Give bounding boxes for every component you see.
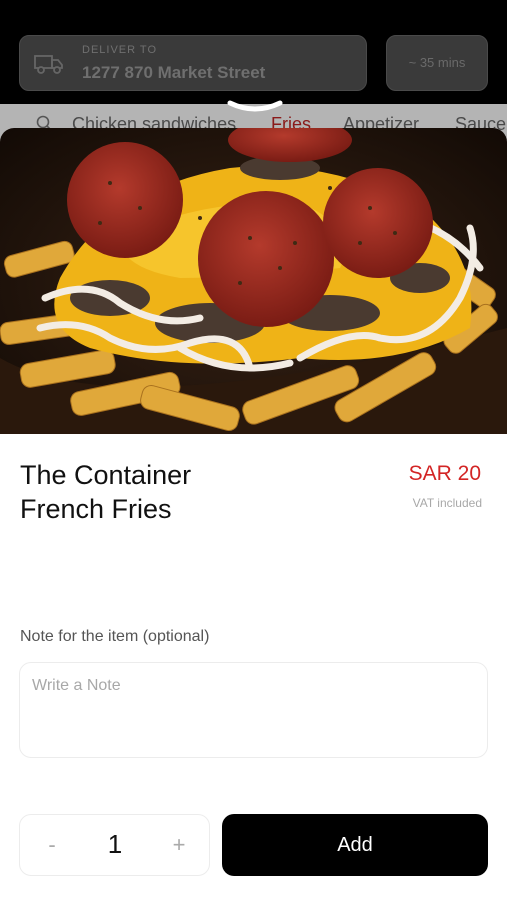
delivery-label: DELIVER TO xyxy=(82,44,158,56)
delivery-address: 1277 870 Market Street xyxy=(82,63,266,82)
delivery-truck-icon xyxy=(34,55,63,74)
delivery-time-box: ~ 35 mins xyxy=(386,35,488,91)
item-title: The Container French Fries xyxy=(20,458,320,526)
quantity-stepper: - 1 + xyxy=(19,814,210,876)
item-title-line2: French Fries xyxy=(20,494,172,524)
item-title-line1: The Container xyxy=(20,460,192,490)
delivery-address-box: DELIVER TO 1277 870 Market Street xyxy=(19,35,367,91)
quantity-value: 1 xyxy=(107,829,123,859)
sheet-handle-chevron-icon[interactable] xyxy=(226,99,284,115)
vat-note: VAT included xyxy=(412,496,482,510)
header-bar: DELIVER TO 1277 870 Market Street ~ 35 m… xyxy=(0,0,507,104)
item-price: SAR 20 xyxy=(408,462,481,485)
decrease-quantity-button[interactable]: - xyxy=(38,831,66,859)
add-to-cart-button[interactable]: Add xyxy=(222,814,488,876)
note-label: Note for the item (optional) xyxy=(20,628,210,645)
item-detail-sheet: The Container French Fries SAR 20 VAT in… xyxy=(0,128,507,900)
note-input[interactable] xyxy=(19,662,488,758)
increase-quantity-button[interactable]: + xyxy=(165,831,193,859)
loaded-fries-photo xyxy=(0,128,507,434)
